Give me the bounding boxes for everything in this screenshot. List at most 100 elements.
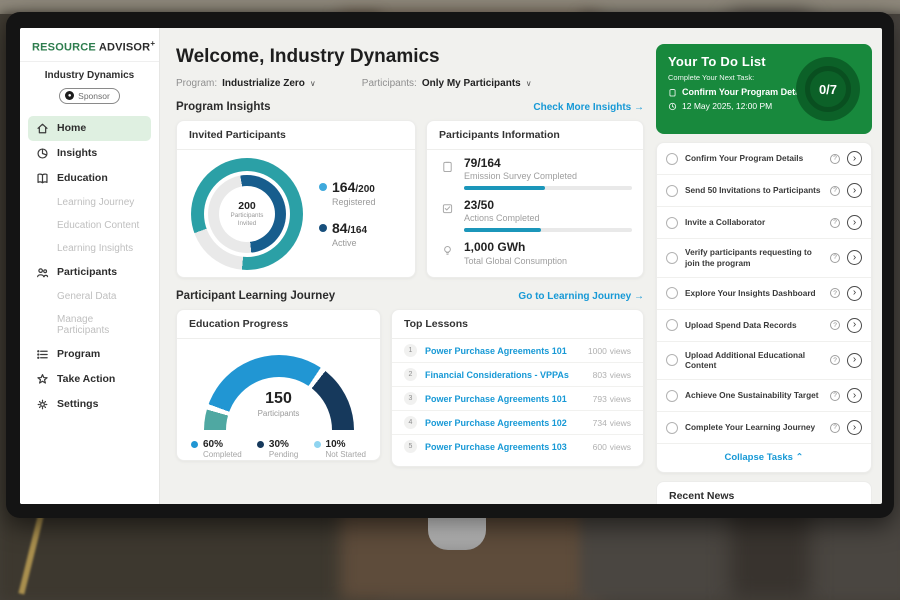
participants-select[interactable]: Participants: Only My Participants ∨ bbox=[362, 78, 532, 89]
sidebar-item-education[interactable]: Education bbox=[28, 166, 151, 191]
lesson-row: 3 Power Purchase Agreements 101 793 view… bbox=[392, 387, 643, 411]
task-checkbox[interactable] bbox=[666, 422, 678, 434]
legend-item-completed: 60% Completed bbox=[191, 439, 242, 459]
task-checkbox[interactable] bbox=[666, 252, 678, 264]
invited-participants-body: 200 Participants Invited 164/200 Registe… bbox=[177, 150, 415, 278]
lesson-link[interactable]: Power Purchase Agreements 103 bbox=[425, 442, 585, 452]
collapse-tasks-link[interactable]: Collapse Tasks ⌃ bbox=[657, 444, 871, 472]
screen: RESOURCE ADVISOR+ Industry Dynamics ● Sp… bbox=[20, 28, 882, 504]
book-icon bbox=[36, 172, 49, 185]
completed-dot-icon bbox=[191, 441, 198, 448]
todo-progress-disc: 0/7 bbox=[796, 57, 860, 121]
task-row-complete-learning-journey[interactable]: Complete Your Learning Journey ? › bbox=[657, 412, 871, 444]
chevron-right-icon[interactable]: › bbox=[847, 388, 862, 403]
sponsor-badge-wrap: ● Sponsor bbox=[20, 83, 159, 112]
checklist-icon bbox=[441, 202, 454, 215]
lesson-link[interactable]: Financial Considerations - VPPAs bbox=[425, 370, 585, 380]
help-icon[interactable]: ? bbox=[830, 288, 840, 298]
lesson-rank: 3 bbox=[404, 392, 417, 405]
list-icon bbox=[36, 348, 49, 361]
task-row-upload-educational-content[interactable]: Upload Additional Educational Content ? … bbox=[657, 342, 871, 381]
chevron-right-icon[interactable]: › bbox=[847, 151, 862, 166]
chevron-down-icon: ∨ bbox=[526, 79, 532, 88]
go-to-learning-journey-link[interactable]: Go to Learning Journey → bbox=[518, 291, 644, 302]
legend-item-registered: 164/200 Registered bbox=[319, 180, 376, 207]
legend-item-active: 84/164 Active bbox=[319, 221, 376, 248]
lesson-row: 5 Power Purchase Agreements 103 600 view… bbox=[392, 435, 643, 458]
help-icon[interactable]: ? bbox=[830, 355, 840, 365]
donut-center-label: Participants Invited bbox=[225, 212, 269, 228]
lesson-rank: 2 bbox=[404, 368, 417, 381]
chevron-right-icon[interactable]: › bbox=[847, 183, 862, 198]
sidebar-item-label: Education bbox=[57, 172, 108, 184]
filters-row: Program: Industrialize Zero ∨ Participan… bbox=[176, 78, 644, 89]
sidebar-item-program[interactable]: Program bbox=[28, 342, 151, 367]
gauge-center: 150 Participants bbox=[204, 391, 354, 418]
lesson-row: 1 Power Purchase Agreements 101 1000 vie… bbox=[392, 339, 643, 363]
chevron-right-icon[interactable]: › bbox=[847, 215, 862, 230]
sidebar-item-learning-journey[interactable]: Learning Journey bbox=[28, 191, 151, 214]
help-icon[interactable]: ? bbox=[830, 391, 840, 401]
chevron-right-icon[interactable]: › bbox=[847, 353, 862, 368]
education-progress-title: Education Progress bbox=[177, 310, 380, 339]
lesson-row: 2 Financial Considerations - VPPAs 803 v… bbox=[392, 363, 643, 387]
donut-outer-hole: 200 Participants Invited bbox=[204, 171, 290, 257]
sidebar-item-general-data[interactable]: General Data bbox=[28, 285, 151, 308]
help-icon[interactable]: ? bbox=[830, 154, 840, 164]
lesson-link[interactable]: Power Purchase Agreements 102 bbox=[425, 418, 585, 428]
chevron-right-icon[interactable]: › bbox=[847, 286, 862, 301]
donut-center-value: 200 bbox=[238, 200, 256, 212]
help-icon[interactable]: ? bbox=[830, 320, 840, 330]
help-icon[interactable]: ? bbox=[830, 423, 840, 433]
sidebar-menu: Home Insights Education Learning Journey… bbox=[20, 112, 159, 421]
todo-card: Your To Do List Complete Your Next Task:… bbox=[656, 44, 872, 134]
lightbulb-icon bbox=[441, 244, 454, 257]
sidebar-item-home[interactable]: Home bbox=[28, 116, 151, 141]
donut-inner: 200 Participants Invited bbox=[208, 175, 286, 253]
sidebar-item-education-content[interactable]: Education Content bbox=[28, 214, 151, 237]
task-checkbox[interactable] bbox=[666, 354, 678, 366]
task-row-confirm-program[interactable]: Confirm Your Program Details ? › bbox=[657, 143, 871, 175]
actions-progress-fill bbox=[464, 228, 541, 232]
sidebar-item-insights[interactable]: Insights bbox=[28, 141, 151, 166]
not-started-dot-icon bbox=[314, 441, 321, 448]
sponsor-icon: ● bbox=[65, 91, 74, 100]
insights-icon bbox=[36, 147, 49, 160]
chevron-right-icon[interactable]: › bbox=[847, 250, 862, 265]
chevron-right-icon[interactable]: › bbox=[847, 420, 862, 435]
task-row-upload-spend-data[interactable]: Upload Spend Data Records ? › bbox=[657, 310, 871, 342]
sidebar-item-settings[interactable]: Settings bbox=[28, 392, 151, 417]
education-legend: 60% Completed 30% Pending 10% Not Starte… bbox=[187, 431, 370, 459]
clipboard-icon bbox=[668, 88, 677, 97]
task-checkbox[interactable] bbox=[666, 217, 678, 229]
education-progress-card: Education Progress 150 Participants bbox=[176, 309, 381, 461]
pending-dot-icon bbox=[257, 441, 264, 448]
sidebar-item-learning-insights[interactable]: Learning Insights bbox=[28, 237, 151, 260]
task-row-invite-collaborator[interactable]: Invite a Collaborator ? › bbox=[657, 207, 871, 239]
task-row-explore-insights[interactable]: Explore Your Insights Dashboard ? › bbox=[657, 278, 871, 310]
sidebar-item-manage-participants[interactable]: Manage Participants bbox=[28, 308, 151, 342]
task-checkbox[interactable] bbox=[666, 185, 678, 197]
task-checkbox[interactable] bbox=[666, 153, 678, 165]
program-select[interactable]: Program: Industrialize Zero ∨ bbox=[176, 78, 316, 89]
check-more-insights-link[interactable]: Check More Insights → bbox=[533, 102, 644, 113]
page-title: Welcome, Industry Dynamics bbox=[176, 46, 644, 68]
help-icon[interactable]: ? bbox=[830, 218, 840, 228]
sidebar-item-take-action[interactable]: Take Action bbox=[28, 367, 151, 392]
lesson-link[interactable]: Power Purchase Agreements 101 bbox=[425, 346, 580, 356]
task-row-achieve-target[interactable]: Achieve One Sustainability Target ? › bbox=[657, 380, 871, 412]
gear-icon bbox=[36, 398, 49, 411]
sidebar-item-participants[interactable]: Participants bbox=[28, 260, 151, 285]
task-row-send-invitations[interactable]: Send 50 Invitations to Participants ? › bbox=[657, 175, 871, 207]
task-checkbox[interactable] bbox=[666, 390, 678, 402]
program-select-value: Industrialize Zero bbox=[222, 78, 305, 89]
learning-journey-section-header: Participant Learning Journey Go to Learn… bbox=[176, 290, 644, 302]
task-checkbox[interactable] bbox=[666, 319, 678, 331]
help-icon[interactable]: ? bbox=[830, 186, 840, 196]
task-row-verify-participants[interactable]: Verify participants requesting to join t… bbox=[657, 239, 871, 278]
take-action-icon bbox=[36, 373, 49, 386]
task-checkbox[interactable] bbox=[666, 287, 678, 299]
help-icon[interactable]: ? bbox=[830, 253, 840, 263]
lesson-link[interactable]: Power Purchase Agreements 101 bbox=[425, 394, 585, 404]
chevron-right-icon[interactable]: › bbox=[847, 318, 862, 333]
